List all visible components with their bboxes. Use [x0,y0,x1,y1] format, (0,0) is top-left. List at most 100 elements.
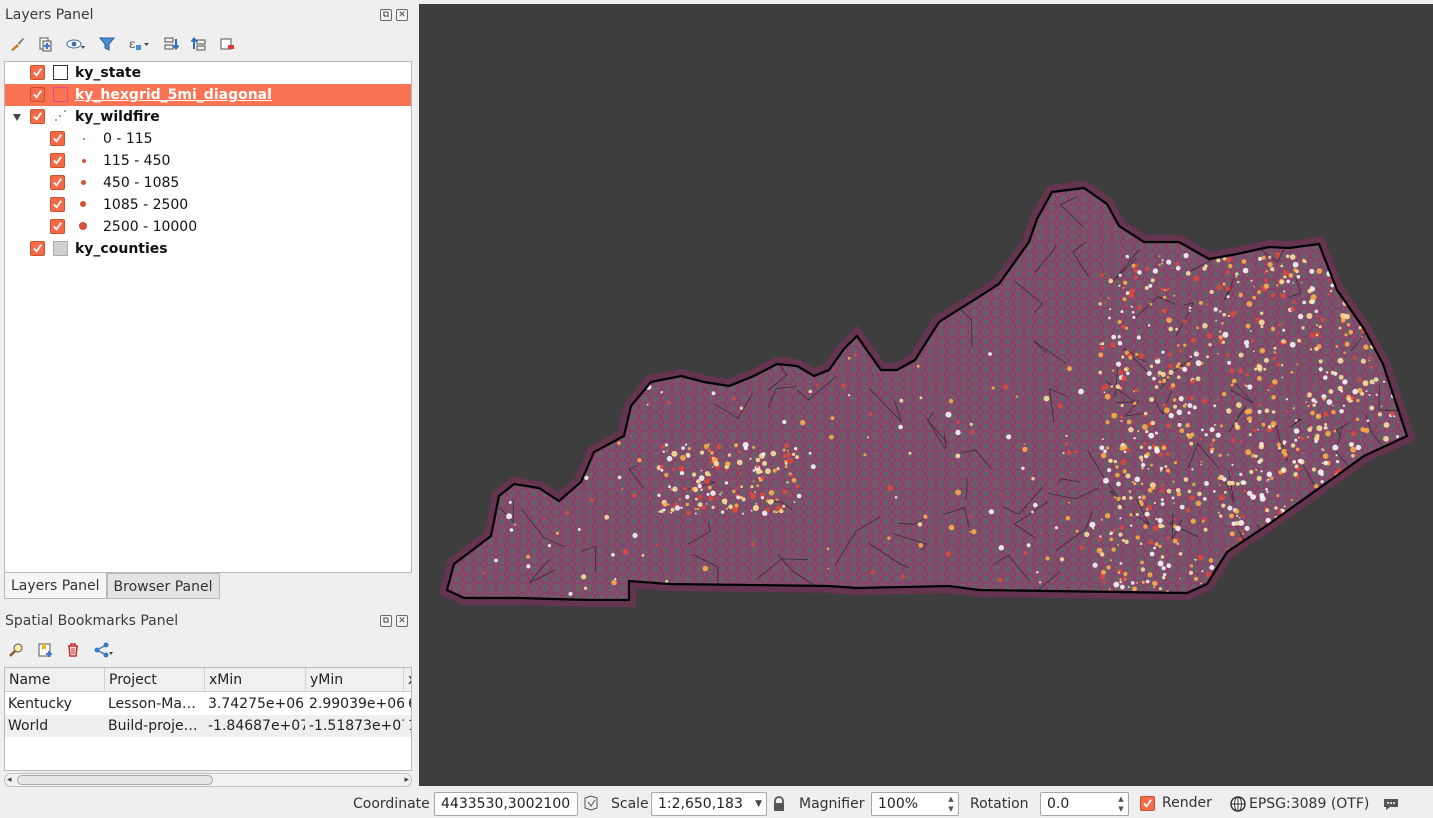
wildfire-point [1196,326,1199,330]
rotation-spinbox[interactable]: 0.0 ▲ ▼ [1040,792,1129,816]
scroll-right-icon[interactable]: ▸ [404,775,409,785]
legend-class-row[interactable]: 2500 - 10000 [5,216,411,238]
wildfire-point [1118,284,1121,287]
wildfire-point [1280,293,1286,299]
layer-row-ky-hexgrid[interactable]: ky_hexgrid_5mi_diagonal [5,84,411,106]
class-checkbox-icon[interactable] [50,197,65,212]
wildfire-point [1164,465,1168,468]
wildfire-point [1149,551,1155,557]
wildfire-point [1267,478,1270,481]
wildfire-point [664,472,669,478]
close-panel-icon[interactable]: ✕ [396,9,408,21]
wildfire-point [1120,584,1125,590]
wildfire-point [637,458,642,463]
collapse-all-icon[interactable] [188,33,210,55]
wildfire-point [1301,437,1305,441]
messages-icon[interactable] [1382,796,1400,812]
wildfire-point [1377,516,1380,519]
float-panel-icon[interactable]: ⧉ [380,9,392,21]
remove-layer-icon[interactable] [216,33,238,55]
share-icon[interactable] [90,639,118,661]
coordinate-field[interactable]: 4433530,3002100 [434,792,578,816]
scrollbar-thumb[interactable] [17,775,213,785]
wildfire-point [1293,428,1300,434]
column-header-extra[interactable]: x [404,668,411,692]
expression-filter-icon[interactable]: ε [124,33,154,55]
zoom-to-bookmark-icon[interactable] [6,639,28,661]
class-checkbox-icon[interactable] [50,175,65,190]
layer-row-ky-counties[interactable]: ky_counties [5,238,411,260]
magnifier-spinbox[interactable]: 100% ▲ ▼ [871,792,959,816]
column-header-xmin[interactable]: xMin [205,668,306,692]
scroll-left-icon[interactable]: ◂ [7,775,12,785]
wildfire-point [970,429,975,435]
legend-class-row[interactable]: 115 - 450 [5,150,411,172]
float-panel-icon[interactable]: ⧉ [380,615,392,627]
map-canvas[interactable] [419,4,1433,786]
county-boundary-line [1369,194,1400,222]
class-checkbox-icon[interactable] [50,219,65,234]
wildfire-point [1232,568,1237,572]
wildfire-point [1391,479,1398,486]
layer-checkbox-icon[interactable] [30,65,45,80]
wildfire-point [662,508,666,512]
render-checkbox[interactable] [1140,796,1155,811]
layer-row-ky-wildfire[interactable]: ky_wildfire [5,106,411,128]
ky-hexgrid-layer [447,188,1407,600]
legend-class-row[interactable]: 1085 - 2500 [5,194,411,216]
expand-all-icon[interactable] [160,33,182,55]
wildfire-point [1173,294,1176,297]
legend-class-row[interactable]: 450 - 1085 [5,172,411,194]
layers-toolbar: ε [6,33,238,55]
class-checkbox-icon[interactable] [50,153,65,168]
add-group-icon[interactable] [34,33,56,55]
wildfire-point [1259,348,1266,354]
dropdown-arrow-icon[interactable]: ▼ [755,793,762,815]
style-brush-icon[interactable] [6,33,28,55]
wildfire-point [1157,370,1162,375]
column-header-ymin[interactable]: yMin [306,668,404,692]
layer-checkbox-icon[interactable] [30,241,45,256]
close-panel-icon[interactable]: ✕ [396,615,408,627]
wildfire-point [1318,534,1322,539]
tab-browser-panel[interactable]: Browser Panel [106,573,220,599]
wildfire-point [1248,433,1252,437]
wildfire-point [1335,484,1342,491]
horizontal-scrollbar[interactable]: ◂ ▸ [4,773,412,787]
scale-combobox[interactable]: 1:2,650,183 ▼ [651,792,767,816]
wildfire-point [1324,423,1328,426]
new-bookmark-icon[interactable] [34,639,56,661]
wildfire-point [1129,496,1133,500]
wildfire-point [1185,396,1188,399]
spinner-arrows-icon[interactable]: ▲ ▼ [945,794,957,814]
wildfire-point [681,446,685,450]
layer-checkbox-icon[interactable] [30,87,45,102]
eye-icon[interactable] [62,33,90,55]
wildfire-point [786,452,792,457]
wildfire-point [1386,279,1392,285]
tab-layers-panel[interactable]: Layers Panel [4,573,107,599]
layer-row-ky-state[interactable]: ky_state [5,62,411,84]
wildfire-point [1315,543,1319,547]
collapse-arrow-icon[interactable] [13,114,21,121]
layer-checkbox-icon[interactable] [30,109,45,124]
wildfire-point [1367,529,1370,533]
crs-label[interactable]: EPSG:3089 (OTF) [1249,796,1369,812]
column-header-project[interactable]: Project [105,668,205,692]
legend-class-row[interactable]: 0 - 115 [5,128,411,150]
wildfire-point [1330,531,1333,534]
globe-icon[interactable] [1230,796,1246,812]
wildfire-point [1145,266,1150,271]
cell-xmin: 3.74275e+06 [208,696,305,712]
toggle-extents-icon[interactable] [582,794,600,812]
filter-icon[interactable] [96,33,118,55]
spinner-arrows-icon[interactable]: ▲ ▼ [1115,794,1127,814]
wildfire-point [1345,559,1348,562]
column-header-name[interactable]: Name [5,668,105,692]
delete-bookmark-icon[interactable] [62,639,84,661]
lock-icon[interactable] [772,796,786,812]
wildfire-point [1327,279,1331,282]
class-checkbox-icon[interactable] [50,131,65,146]
wildfire-point [1213,424,1216,426]
wildfire-point [1342,379,1348,385]
